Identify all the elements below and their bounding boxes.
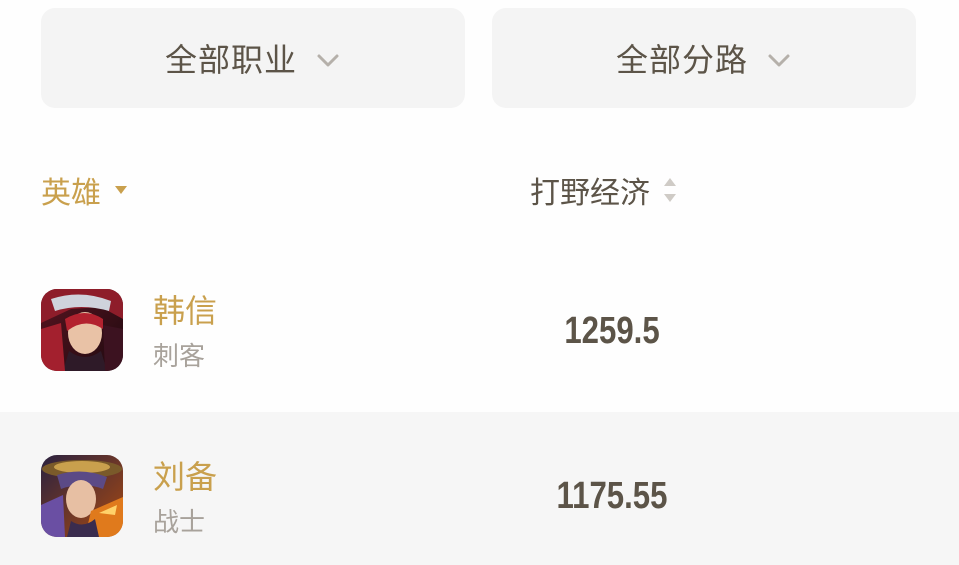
sort-icon bbox=[664, 178, 676, 202]
jungle-economy-column-label: 打野经济 bbox=[530, 176, 650, 211]
caret-down-icon bbox=[115, 186, 127, 194]
table-row[interactable]: 刘备 战士 1175.55 bbox=[0, 412, 959, 565]
hero-avatar bbox=[41, 455, 123, 537]
chevron-down-icon bbox=[317, 54, 339, 67]
role-filter-dropdown[interactable]: 全部职业 bbox=[41, 8, 465, 108]
hero-avatar bbox=[41, 289, 123, 371]
hero-class: 战士 bbox=[153, 508, 206, 538]
hanxin-portrait-icon bbox=[41, 289, 123, 371]
liubei-portrait-icon bbox=[41, 455, 123, 537]
lane-filter-label: 全部分路 bbox=[615, 41, 748, 79]
hero-class: 刺客 bbox=[153, 342, 206, 372]
jungle-economy-value: 1175.55 bbox=[556, 475, 668, 517]
hero-name: 刘备 bbox=[153, 458, 218, 496]
hero-name: 韩信 bbox=[153, 292, 218, 330]
jungle-economy-value: 1259.5 bbox=[564, 310, 660, 352]
chevron-down-icon bbox=[768, 54, 790, 67]
hero-column-label: 英雄 bbox=[41, 176, 101, 211]
hero-column-header[interactable]: 英雄 bbox=[41, 168, 129, 212]
table-row[interactable]: 韩信 刺客 1259.5 bbox=[0, 248, 959, 413]
lane-filter-dropdown[interactable]: 全部分路 bbox=[492, 8, 916, 108]
jungle-economy-column-header[interactable]: 打野经济 bbox=[530, 168, 678, 212]
hero-ranking-page: 全部职业 全部分路 英雄 打野经济 韩信 刺客 1259.5 刘备 战士 117… bbox=[0, 0, 959, 565]
role-filter-label: 全部职业 bbox=[164, 41, 297, 79]
